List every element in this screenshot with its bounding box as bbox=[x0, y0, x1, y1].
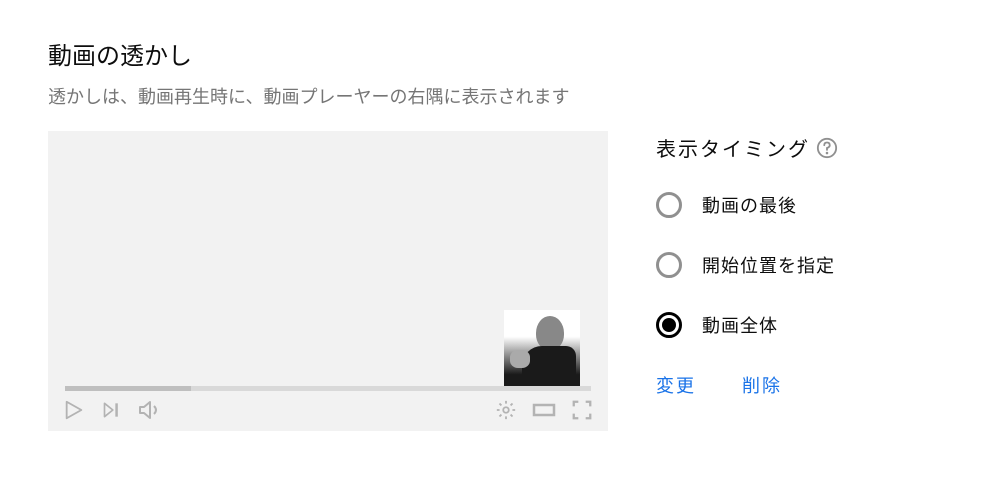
progress-fill bbox=[65, 386, 191, 391]
next-icon[interactable] bbox=[100, 398, 124, 422]
change-button[interactable]: 変更 bbox=[656, 372, 696, 398]
theater-icon[interactable] bbox=[532, 398, 556, 422]
watermark-thumbnail bbox=[504, 310, 580, 386]
radio-label: 動画の最後 bbox=[702, 192, 797, 218]
help-icon[interactable] bbox=[816, 137, 838, 159]
video-preview bbox=[48, 131, 608, 431]
radio-label: 開始位置を指定 bbox=[702, 252, 835, 278]
settings-icon[interactable] bbox=[494, 398, 518, 422]
radio-icon bbox=[656, 312, 682, 338]
timing-radio-group: 動画の最後 開始位置を指定 動画全体 bbox=[656, 192, 838, 338]
radio-end-of-video[interactable]: 動画の最後 bbox=[656, 192, 838, 218]
section-title: 動画の透かし bbox=[48, 36, 948, 71]
radio-icon bbox=[656, 252, 682, 278]
timing-panel: 表示タイミング 動画の最後 開始位置を指定 動画全体 変更 削除 bbox=[656, 131, 838, 431]
volume-icon[interactable] bbox=[138, 398, 162, 422]
fullscreen-icon[interactable] bbox=[570, 398, 594, 422]
radio-entire-video[interactable]: 動画全体 bbox=[656, 312, 838, 338]
player-controls bbox=[48, 395, 608, 431]
progress-bar[interactable] bbox=[65, 386, 591, 391]
timing-heading: 表示タイミング bbox=[656, 133, 810, 162]
delete-button[interactable]: 削除 bbox=[742, 372, 782, 398]
video-area bbox=[48, 131, 608, 386]
section-description: 透かしは、動画再生時に、動画プレーヤーの右隅に表示されます bbox=[48, 83, 948, 109]
radio-icon bbox=[656, 192, 682, 218]
radio-custom-start[interactable]: 開始位置を指定 bbox=[656, 252, 838, 278]
radio-label: 動画全体 bbox=[702, 312, 778, 338]
play-icon[interactable] bbox=[62, 398, 86, 422]
